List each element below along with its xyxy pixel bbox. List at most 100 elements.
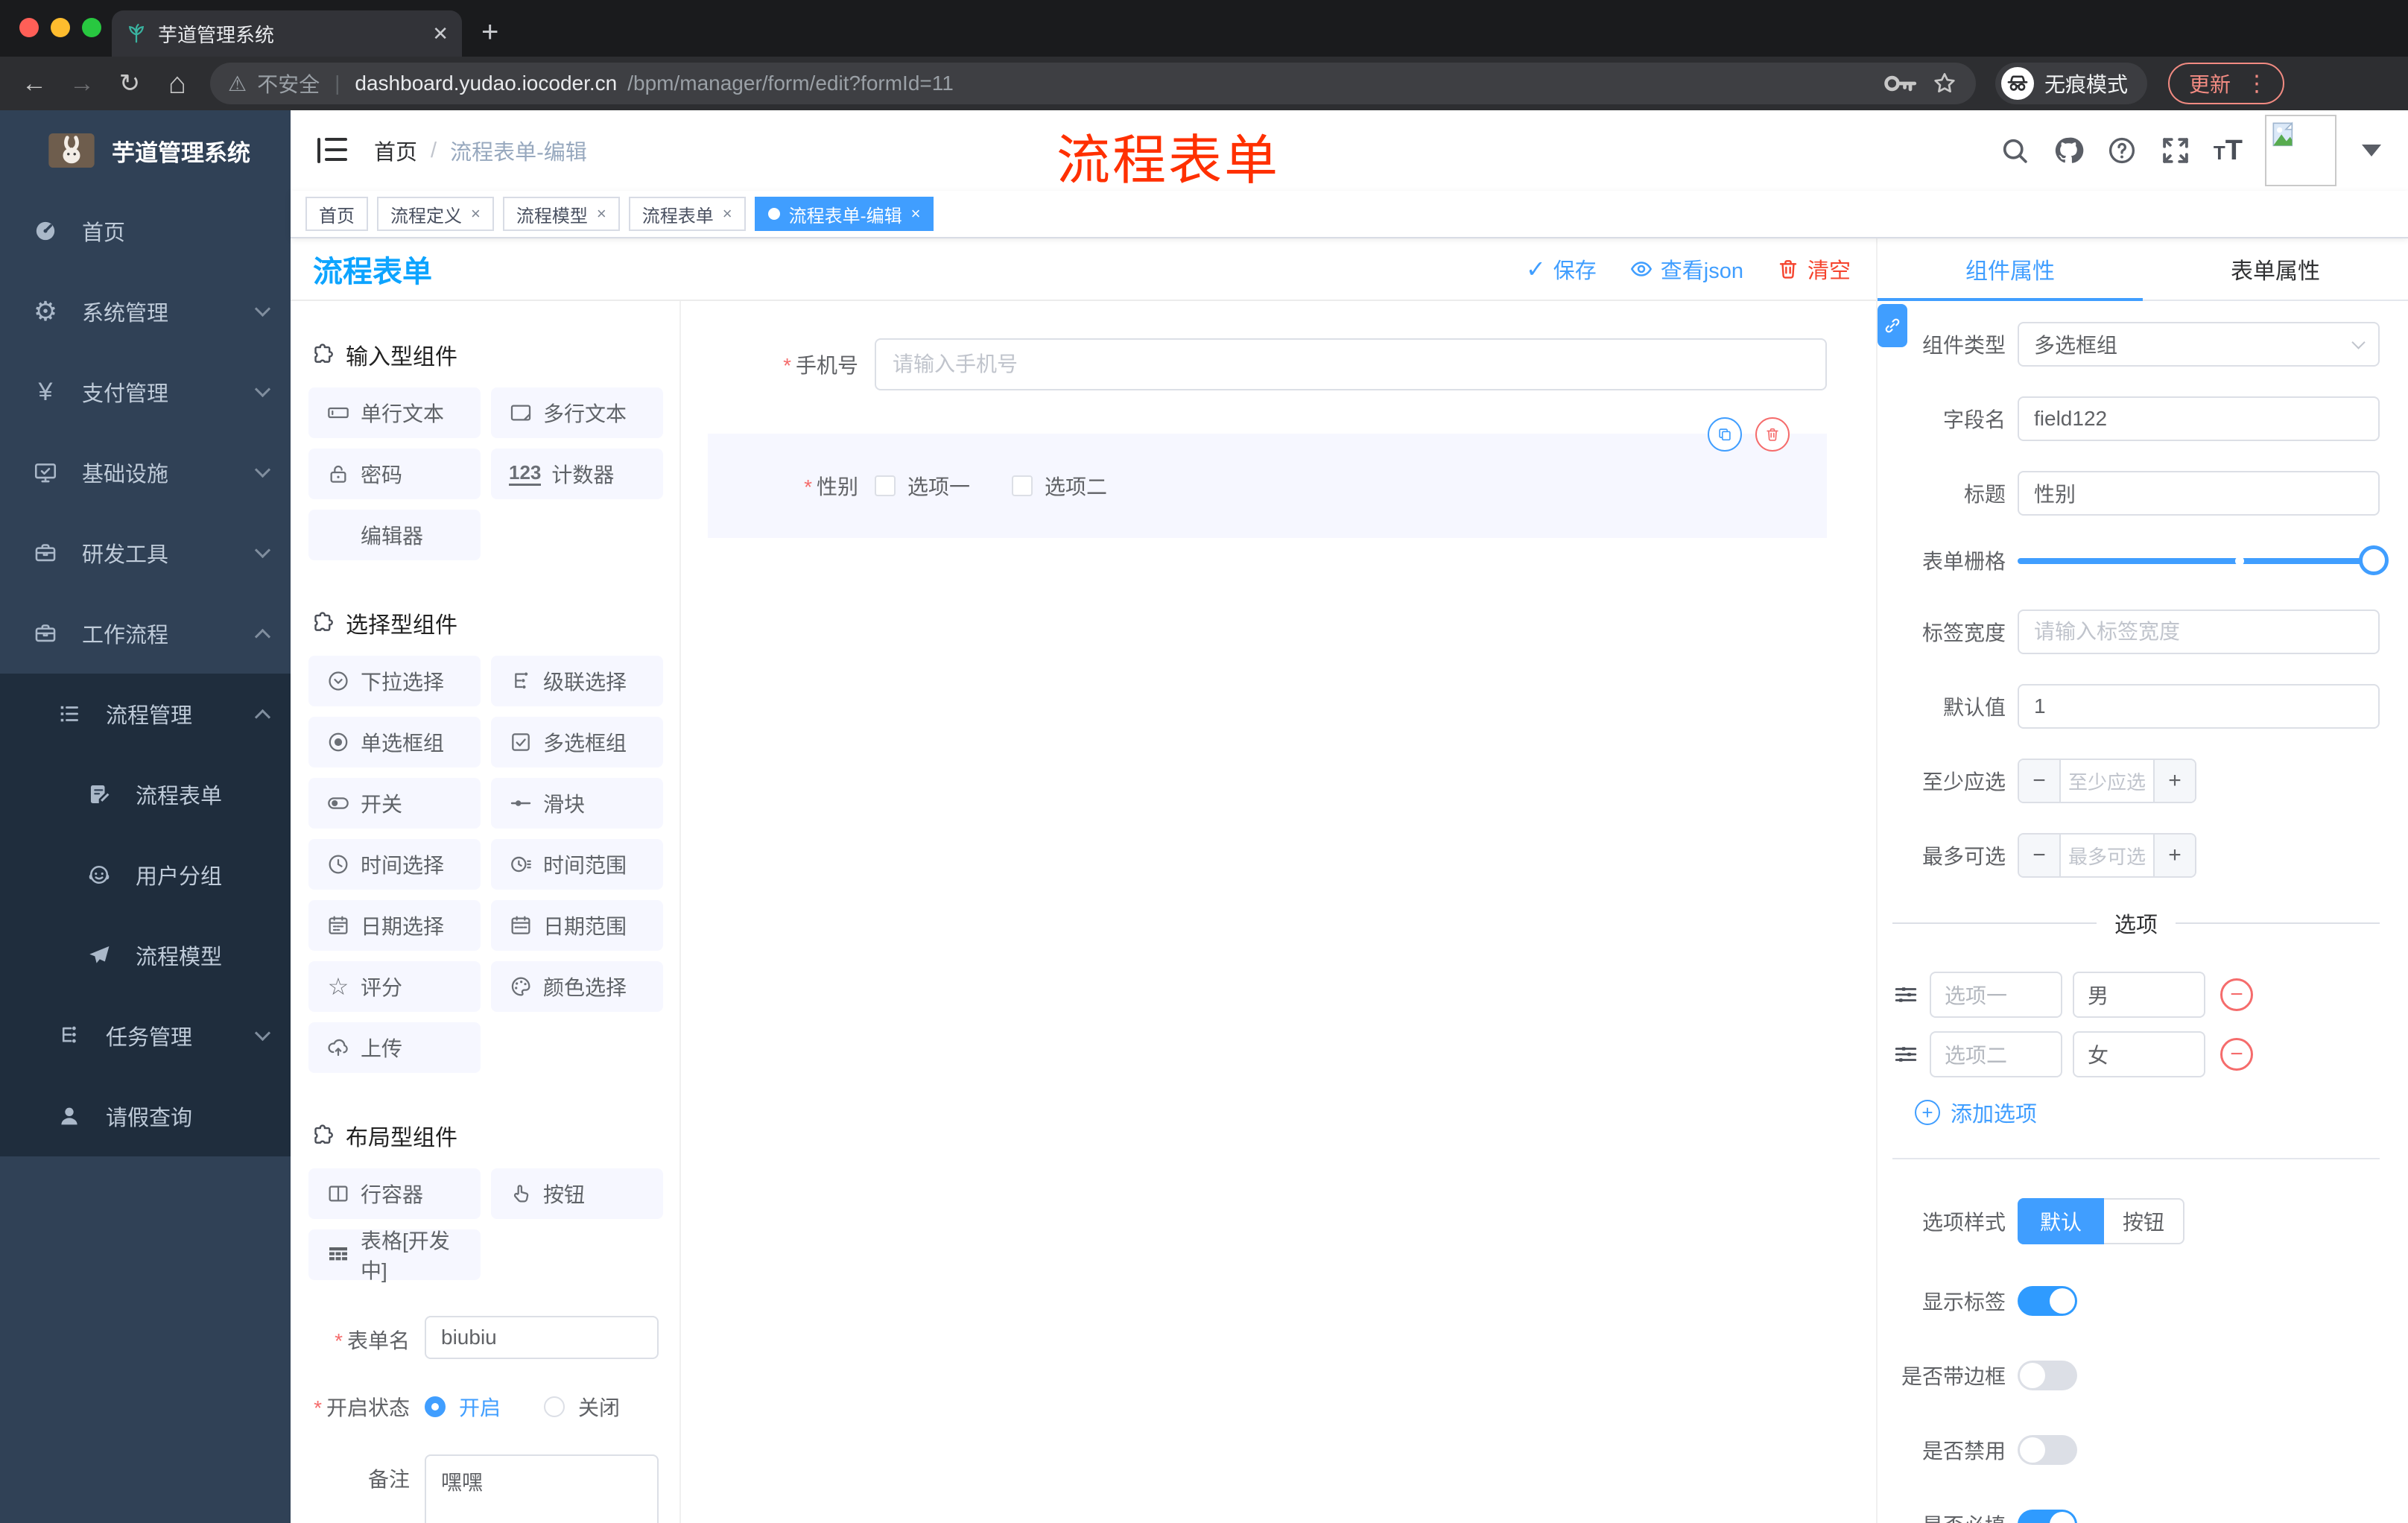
route-tab-close-icon[interactable]: ×: [597, 204, 606, 224]
route-tab-close-icon[interactable]: ×: [911, 204, 921, 224]
avatar-dropdown-caret-icon[interactable]: [2362, 145, 2381, 156]
radio-off-label[interactable]: 关闭: [578, 1392, 620, 1422]
border-toggle-off[interactable]: [2018, 1361, 2077, 1390]
option-value-input[interactable]: [2073, 972, 2205, 1018]
sidebar-item-workflow[interactable]: 工作流程: [0, 593, 291, 674]
route-tab-close-icon[interactable]: ×: [723, 204, 732, 224]
breadcrumb-home[interactable]: 首页: [374, 135, 417, 166]
sidebar-item-process-model[interactable]: 流程模型: [0, 915, 291, 995]
font-size-icon[interactable]: TT: [2214, 135, 2243, 167]
show-label-toggle-on[interactable]: [2018, 1286, 2077, 1316]
drag-handle-icon[interactable]: [1892, 1041, 1919, 1068]
stepper-plus-button[interactable]: +: [2153, 760, 2195, 802]
window-controls[interactable]: [19, 18, 101, 37]
component-tile-checkbox-group[interactable]: 多选框组: [491, 717, 663, 767]
save-button[interactable]: ✓ 保存: [1526, 253, 1597, 285]
canvas-field-gender-selected[interactable]: * 性别 选项一 选项二: [708, 417, 1827, 538]
browser-tab[interactable]: 芋道管理系统 ✕: [112, 10, 462, 57]
component-tile-radio-group[interactable]: 单选框组: [308, 717, 481, 767]
component-tile-single-text[interactable]: 单行文本: [308, 387, 481, 438]
route-tab-process-form[interactable]: 流程表单 ×: [628, 197, 746, 231]
reload-icon[interactable]: ↻: [109, 63, 150, 104]
required-toggle-on[interactable]: [2018, 1510, 2077, 1523]
search-icon[interactable]: [1999, 135, 2030, 166]
sidebar-item-process-form[interactable]: 流程表单: [0, 754, 291, 835]
sidebar-item-system[interactable]: ⚙ 系统管理: [0, 271, 291, 352]
route-tab-form-edit-active[interactable]: 流程表单-编辑 ×: [754, 197, 934, 231]
radio-on[interactable]: [425, 1396, 446, 1417]
option-label-input[interactable]: [1930, 972, 2062, 1018]
bookmark-star-icon[interactable]: [1931, 70, 1958, 97]
sidebar-item-payment[interactable]: ¥ 支付管理: [0, 352, 291, 432]
sidebar-item-devtools[interactable]: 研发工具: [0, 513, 291, 593]
component-tile-date-picker[interactable]: 日期选择: [308, 900, 481, 951]
delete-component-button[interactable]: [1755, 417, 1790, 452]
stepper-minus-button[interactable]: −: [2019, 760, 2061, 802]
form-grid-slider[interactable]: [2018, 545, 2389, 575]
remove-option-button[interactable]: −: [2220, 1038, 2253, 1071]
checkbox-box[interactable]: [1012, 475, 1033, 496]
github-icon[interactable]: [2053, 135, 2084, 166]
component-tile-password[interactable]: 密码: [308, 449, 481, 499]
clear-button[interactable]: 清空: [1776, 253, 1851, 285]
form-name-input[interactable]: [425, 1316, 659, 1359]
add-option-button[interactable]: + 添加选项: [1915, 1097, 2380, 1128]
drag-handle-icon[interactable]: [1892, 981, 1919, 1008]
component-type-select[interactable]: 多选框组: [2018, 322, 2380, 367]
component-tile-table-dev[interactable]: 表格[开发中]: [308, 1229, 481, 1282]
component-tile-time-range[interactable]: 时间范围: [491, 839, 663, 890]
option-value-input[interactable]: [2073, 1031, 2205, 1077]
browser-menu-dots-icon[interactable]: ⋮: [2246, 71, 2268, 97]
form-remark-textarea[interactable]: 嘿嘿: [425, 1454, 659, 1523]
phone-input[interactable]: [875, 338, 1827, 390]
radio-off[interactable]: [544, 1396, 565, 1417]
component-tile-editor[interactable]: 编辑器: [308, 510, 481, 560]
title-input[interactable]: [2018, 471, 2380, 516]
view-json-button[interactable]: 查看json: [1629, 253, 1743, 285]
field-name-input[interactable]: [2018, 396, 2380, 441]
sidebar-item-user-group[interactable]: 用户分组: [0, 835, 291, 915]
home-icon[interactable]: ⌂: [156, 63, 198, 104]
maximize-window-button[interactable]: [82, 18, 101, 37]
component-tile-upload[interactable]: 上传: [308, 1022, 481, 1073]
checkbox-option-2[interactable]: 选项二: [1012, 471, 1107, 501]
fullscreen-icon[interactable]: [2160, 135, 2191, 166]
component-tile-row-container[interactable]: 行容器: [308, 1168, 481, 1219]
component-tile-time-picker[interactable]: 时间选择: [308, 839, 481, 890]
tab-form-props[interactable]: 表单属性: [2143, 238, 2408, 300]
duplicate-component-button[interactable]: [1708, 417, 1742, 452]
sidebar-logo[interactable]: 芋道管理系统: [0, 110, 291, 191]
route-tab-process-model[interactable]: 流程模型 ×: [502, 197, 620, 231]
sidebar-item-task-mgmt[interactable]: 任务管理: [0, 995, 291, 1076]
sidebar-item-home[interactable]: 首页: [0, 191, 291, 271]
stepper-plus-button[interactable]: +: [2153, 835, 2195, 876]
disabled-toggle-off[interactable]: [2018, 1435, 2077, 1465]
sidebar-item-process-mgmt[interactable]: 流程管理: [0, 674, 291, 754]
component-tile-date-range[interactable]: 日期范围: [491, 900, 663, 951]
option-label-input[interactable]: [1930, 1031, 2062, 1077]
component-tile-rate[interactable]: ☆ 评分: [308, 961, 481, 1012]
component-tile-switch[interactable]: 开关: [308, 778, 481, 829]
component-tile-button[interactable]: 按钮: [491, 1168, 663, 1219]
sidebar-collapse-icon[interactable]: [317, 138, 347, 163]
style-button-button[interactable]: 按钮: [2104, 1198, 2184, 1244]
route-tab-home[interactable]: 首页: [305, 197, 368, 231]
forward-icon[interactable]: →: [61, 63, 103, 104]
checkbox-box[interactable]: [875, 475, 896, 496]
tab-close-icon[interactable]: ✕: [432, 22, 449, 45]
close-window-button[interactable]: [19, 18, 39, 37]
component-tile-multi-text[interactable]: 多行文本: [491, 387, 663, 438]
route-tab-close-icon[interactable]: ×: [471, 204, 481, 224]
style-default-button[interactable]: 默认: [2018, 1198, 2104, 1244]
default-value-input[interactable]: [2018, 684, 2380, 729]
help-icon[interactable]: [2106, 135, 2138, 166]
stepper-placeholder[interactable]: 至少应选: [2061, 760, 2153, 802]
component-tile-color-picker[interactable]: 颜色选择: [491, 961, 663, 1012]
checkbox-option-1[interactable]: 选项一: [875, 471, 970, 501]
component-tile-slider[interactable]: 滑块: [491, 778, 663, 829]
stepper-minus-button[interactable]: −: [2019, 835, 2061, 876]
component-tile-counter[interactable]: 123 计数器: [491, 449, 663, 499]
sidebar-item-leave-query[interactable]: 请假查询: [0, 1076, 291, 1156]
password-key-icon[interactable]: [1879, 63, 1921, 104]
avatar[interactable]: [2265, 115, 2336, 186]
